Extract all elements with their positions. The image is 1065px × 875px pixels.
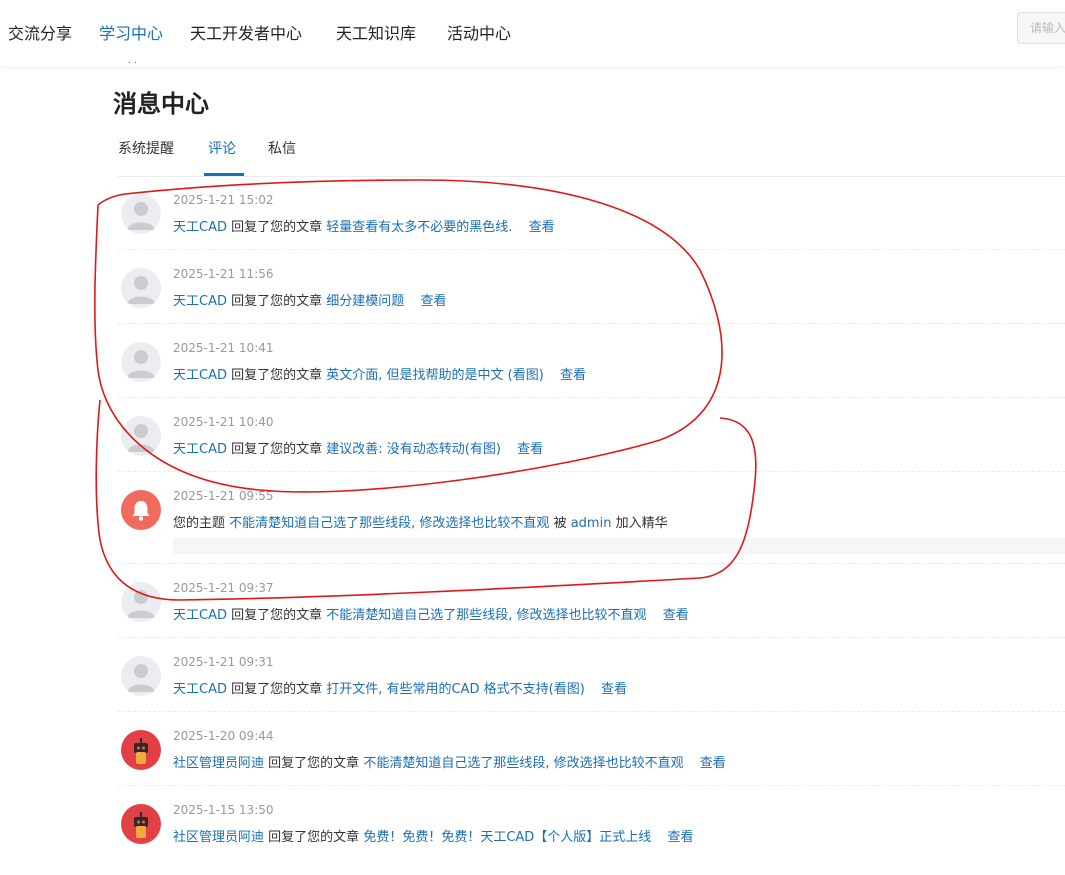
message-item: 2025-1-15 13:50 社区管理员阿迪 回复了您的文章 免费！免费！免费… <box>118 786 1065 860</box>
message-item: 2025-1-21 15:02 天工CAD 回复了您的文章 轻量查看有太多不必要… <box>118 176 1065 250</box>
message-text: 社区管理员阿迪 回复了您的文章 不能清楚知道自己选了那些线段, 修改选择也比较不… <box>173 752 726 771</box>
prefix-text: 您的主题 <box>173 516 226 531</box>
admin-avatar-icon[interactable] <box>121 730 161 770</box>
view-link[interactable]: 查看 <box>560 368 586 383</box>
user-link[interactable]: 天工CAD <box>173 682 227 697</box>
message-time: 2025-1-21 10:41 <box>173 341 274 355</box>
action-text: 回复了您的文章 <box>231 294 323 309</box>
message-item: 2025-1-21 10:41 天工CAD 回复了您的文章 英文介面, 但是找帮… <box>118 324 1065 398</box>
bell-icon <box>121 490 161 530</box>
nav-item-learning[interactable]: 学习中心 <box>99 20 163 44</box>
default-avatar-icon[interactable] <box>121 268 161 308</box>
nav-item-share[interactable]: 交流分享 <box>8 20 72 44</box>
by-text: 被 <box>553 516 567 531</box>
action-text: 回复了您的文章 <box>231 682 323 697</box>
message-item: 2025-1-21 11:56 天工CAD 回复了您的文章 细分建模问题 查看 <box>118 250 1065 324</box>
nav-item-developer[interactable]: 天工开发者中心 <box>190 20 302 44</box>
user-link[interactable]: admin <box>571 516 612 531</box>
article-link[interactable]: 不能清楚知道自己选了那些线段, 修改选择也比较不直观 <box>363 756 683 771</box>
message-text: 天工CAD 回复了您的文章 建议改善: 没有动态转动(有图) 查看 <box>173 438 543 457</box>
action-text: 回复了您的文章 <box>231 220 323 235</box>
default-avatar-icon[interactable] <box>121 656 161 696</box>
message-text: 天工CAD 回复了您的文章 轻量查看有太多不必要的黑色线. 查看 <box>173 216 555 235</box>
user-link[interactable]: 社区管理员阿迪 <box>173 756 264 771</box>
view-link[interactable]: 查看 <box>663 608 689 623</box>
message-time: 2025-1-21 09:37 <box>173 581 274 595</box>
message-item-essence: 2025-1-21 09:55 您的主题 不能清楚知道自己选了那些线段, 修改选… <box>118 472 1065 564</box>
action-text: 回复了您的文章 <box>231 368 323 383</box>
admin-avatar-icon[interactable] <box>121 804 161 844</box>
message-time: 2025-1-20 09:44 <box>173 729 274 743</box>
message-item: 2025-1-21 09:37 天工CAD 回复了您的文章 不能清楚知道自己选了… <box>118 564 1065 638</box>
article-link[interactable]: 轻量查看有太多不必要的黑色线. <box>326 220 512 235</box>
action-text: 回复了您的文章 <box>231 442 323 457</box>
user-link[interactable]: 天工CAD <box>173 294 227 309</box>
message-time: 2025-1-21 09:55 <box>173 489 274 503</box>
default-avatar-icon[interactable] <box>121 342 161 382</box>
view-link[interactable]: 查看 <box>667 830 693 845</box>
article-link[interactable]: 不能清楚知道自己选了那些线段, 修改选择也比较不直观 <box>326 608 646 623</box>
user-link[interactable]: 社区管理员阿迪 <box>173 830 264 845</box>
quote-bar <box>173 538 1065 554</box>
message-list: 2025-1-21 15:02 天工CAD 回复了您的文章 轻量查看有太多不必要… <box>118 176 1065 860</box>
view-link[interactable]: 查看 <box>601 682 627 697</box>
article-link[interactable]: 打开文件, 有些常用的CAD 格式不支持(看图) <box>326 682 585 697</box>
action-text: 回复了您的文章 <box>231 608 323 623</box>
action-text: 回复了您的文章 <box>268 830 360 845</box>
message-text: 您的主题 不能清楚知道自己选了那些线段, 修改选择也比较不直观 被 admin … <box>173 512 668 531</box>
message-item: 2025-1-21 10:40 天工CAD 回复了您的文章 建议改善: 没有动态… <box>118 398 1065 472</box>
message-text: 天工CAD 回复了您的文章 打开文件, 有些常用的CAD 格式不支持(看图) 查… <box>173 678 627 697</box>
default-avatar-icon[interactable] <box>121 582 161 622</box>
message-item: 2025-1-21 09:31 天工CAD 回复了您的文章 打开文件, 有些常用… <box>118 638 1065 712</box>
search-input[interactable] <box>1018 13 1065 43</box>
message-text: 天工CAD 回复了您的文章 不能清楚知道自己选了那些线段, 修改选择也比较不直观… <box>173 604 689 623</box>
suffix-text: 加入精华 <box>615 516 668 531</box>
message-time: 2025-1-21 11:56 <box>173 267 274 281</box>
user-link[interactable]: 天工CAD <box>173 368 227 383</box>
action-text: 回复了您的文章 <box>268 756 360 771</box>
page-title: 消息中心 <box>113 90 209 118</box>
message-text: 天工CAD 回复了您的文章 细分建模问题 查看 <box>173 290 446 309</box>
user-link[interactable]: 天工CAD <box>173 442 227 457</box>
tab-comments[interactable]: 评论 <box>208 138 236 158</box>
default-avatar-icon[interactable] <box>121 194 161 234</box>
view-link[interactable]: 查看 <box>700 756 726 771</box>
top-navigation: 交流分享 学习中心 天工开发者中心 天工知识库 活动中心 .. <box>0 0 1065 66</box>
message-time: 2025-1-15 13:50 <box>173 803 274 817</box>
article-link[interactable]: 不能清楚知道自己选了那些线段, 修改选择也比较不直观 <box>229 516 549 531</box>
message-time: 2025-1-21 09:31 <box>173 655 274 669</box>
user-link[interactable]: 天工CAD <box>173 220 227 235</box>
default-avatar-icon[interactable] <box>121 416 161 456</box>
user-link[interactable]: 天工CAD <box>173 608 227 623</box>
article-link[interactable]: 细分建模问题 <box>326 294 404 309</box>
article-link[interactable]: 英文介面, 但是找帮助的是中文 (看图) <box>326 368 544 383</box>
article-link[interactable]: 免费！免费！免费！天工CAD【个人版】正式上线 <box>363 830 651 845</box>
search-box[interactable] <box>1017 12 1065 44</box>
message-time: 2025-1-21 10:40 <box>173 415 274 429</box>
view-link[interactable]: 查看 <box>420 294 446 309</box>
article-link[interactable]: 建议改善: 没有动态转动(有图) <box>326 442 501 457</box>
nav-item-events[interactable]: 活动中心 <box>447 20 511 44</box>
view-link[interactable]: 查看 <box>517 442 543 457</box>
nav-active-indicator: .. <box>128 56 140 66</box>
view-link[interactable]: 查看 <box>529 220 555 235</box>
tab-private[interactable]: 私信 <box>268 138 296 158</box>
tab-system[interactable]: 系统提醒 <box>118 138 174 158</box>
message-text: 天工CAD 回复了您的文章 英文介面, 但是找帮助的是中文 (看图) 查看 <box>173 364 586 383</box>
message-item: 2025-1-20 09:44 社区管理员阿迪 回复了您的文章 不能清楚知道自己… <box>118 712 1065 786</box>
message-tabs: 系统提醒 评论 私信 <box>118 130 1065 177</box>
message-text: 社区管理员阿迪 回复了您的文章 免费！免费！免费！天工CAD【个人版】正式上线 … <box>173 826 693 845</box>
message-time: 2025-1-21 15:02 <box>173 193 274 207</box>
nav-item-knowledge[interactable]: 天工知识库 <box>336 20 416 44</box>
